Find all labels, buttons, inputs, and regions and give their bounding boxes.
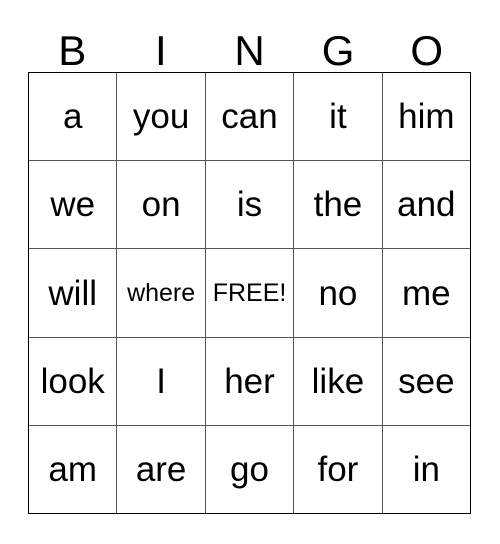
bingo-cell-label: him — [398, 97, 455, 137]
bingo-header-letter-i: I — [155, 27, 167, 74]
bingo-row: we on is the and — [29, 161, 471, 250]
bingo-cell[interactable]: me — [382, 249, 471, 337]
bingo-free-label: FREE! — [212, 278, 287, 307]
bingo-row: am are go for in — [29, 425, 471, 514]
bingo-cell-label: can — [221, 97, 278, 137]
bingo-cell-label: see — [398, 361, 455, 401]
bingo-cell[interactable]: look — [29, 337, 118, 425]
bingo-cell-label: where — [127, 278, 196, 307]
bingo-free-cell[interactable]: FREE! — [205, 249, 295, 337]
bingo-cell[interactable]: like — [294, 337, 383, 425]
bingo-cell[interactable]: and — [382, 161, 471, 249]
bingo-cell[interactable]: no — [294, 249, 383, 337]
bingo-cell[interactable]: can — [205, 73, 295, 161]
bingo-cell-label: is — [236, 185, 263, 225]
bingo-cell[interactable]: I — [117, 337, 206, 425]
bingo-cell[interactable]: him — [382, 73, 471, 161]
bingo-cell[interactable]: are — [117, 425, 206, 514]
bingo-cell-label: her — [224, 361, 275, 401]
bingo-row: will where FREE! no me — [29, 249, 471, 338]
bingo-cell-label: in — [412, 449, 440, 489]
bingo-header-letter-n: N — [234, 27, 265, 74]
bingo-header-row: B I N G O — [28, 18, 471, 72]
bingo-cell[interactable]: on — [117, 161, 206, 249]
bingo-cell[interactable]: is — [205, 161, 295, 249]
bingo-cell[interactable]: we — [29, 161, 118, 249]
bingo-cell[interactable]: it — [294, 73, 383, 161]
bingo-cell-label: a — [62, 97, 83, 137]
bingo-cell[interactable]: go — [205, 425, 295, 514]
bingo-cell[interactable]: her — [205, 337, 295, 425]
bingo-cell-label: like — [311, 361, 365, 401]
bingo-cell[interactable]: will — [29, 249, 118, 337]
bingo-cell[interactable]: a — [29, 73, 118, 161]
bingo-header-letter-o: O — [410, 27, 443, 74]
bingo-cell-label: no — [318, 273, 358, 313]
bingo-card: B I N G O a you can it him we on is the … — [0, 0, 500, 544]
bingo-cell-label: am — [48, 449, 98, 489]
bingo-cell-label: it — [329, 97, 347, 137]
bingo-cell[interactable]: see — [382, 337, 471, 425]
bingo-cell-label: and — [397, 185, 456, 225]
bingo-cell-label: will — [48, 273, 97, 313]
bingo-cell-label: for — [317, 449, 359, 489]
bingo-header-letter-g: G — [321, 27, 355, 74]
bingo-cell-label: are — [135, 449, 187, 489]
bingo-cell-label: you — [132, 97, 190, 137]
bingo-cell-label: me — [402, 273, 451, 313]
bingo-cell[interactable]: am — [29, 425, 118, 514]
bingo-row: a you can it him — [29, 73, 471, 162]
bingo-cell-label: the — [313, 185, 363, 225]
bingo-cell[interactable]: for — [294, 425, 383, 514]
bingo-cell[interactable]: where — [117, 249, 206, 337]
bingo-row: look I her like see — [29, 337, 471, 426]
bingo-header-letter-b: B — [58, 27, 87, 74]
bingo-cell-label: I — [156, 361, 166, 401]
bingo-cell-label: go — [230, 449, 269, 489]
bingo-cell-label: look — [40, 361, 105, 401]
bingo-cell-label: on — [141, 185, 181, 225]
bingo-cell[interactable]: the — [294, 161, 383, 249]
bingo-cell-label: we — [50, 185, 96, 225]
bingo-cell[interactable]: in — [382, 425, 471, 514]
bingo-cell[interactable]: you — [117, 73, 206, 161]
bingo-grid: a you can it him we on is the and will w… — [28, 72, 471, 514]
